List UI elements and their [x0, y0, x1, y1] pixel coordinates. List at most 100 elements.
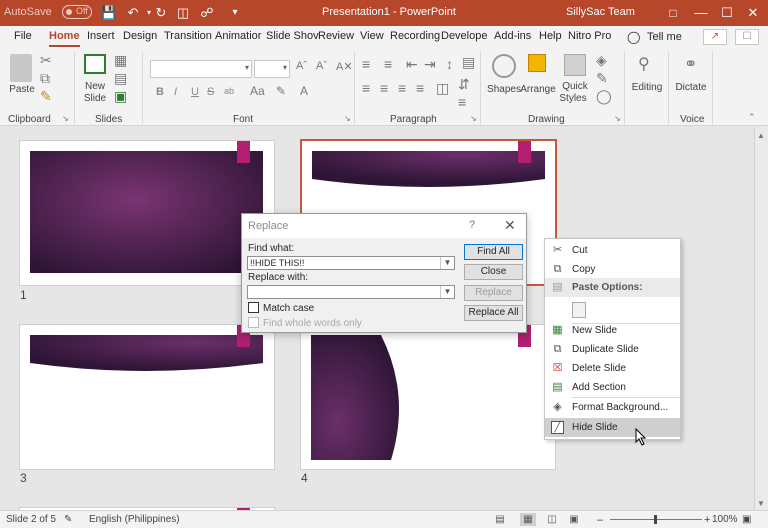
- quick-styles-label[interactable]: Quick: [560, 81, 590, 92]
- cut-icon[interactable]: ✂: [40, 52, 52, 69]
- tab-slide-show[interactable]: Slide Shov: [266, 30, 319, 42]
- search-icon[interactable]: ⚲: [638, 54, 650, 74]
- spellcheck-icon[interactable]: ✎: [64, 514, 72, 525]
- columns-icon[interactable]: ◫: [436, 80, 449, 97]
- tab-help[interactable]: Help: [539, 30, 562, 42]
- dictate-button[interactable]: Dictate: [672, 82, 710, 93]
- shape-outline-icon[interactable]: ✎: [596, 70, 608, 87]
- arrange-icon[interactable]: [528, 54, 546, 72]
- quick-styles-icon[interactable]: [564, 54, 586, 76]
- drawing-launcher-icon[interactable]: ↘: [614, 114, 621, 123]
- whole-words-label[interactable]: Find whole words only: [263, 318, 362, 329]
- collapse-ribbon-icon[interactable]: ⌃: [748, 112, 756, 123]
- autosave-toggle[interactable]: Off: [62, 5, 92, 19]
- scroll-down-icon[interactable]: ▼: [757, 499, 765, 508]
- shape-effects-icon[interactable]: ◯: [596, 88, 612, 105]
- tab-recording[interactable]: Recording: [390, 30, 440, 42]
- match-case-label[interactable]: Match case: [263, 303, 314, 314]
- menu-item-cut[interactable]: ✂ Cut: [545, 241, 680, 260]
- new-slide-button[interactable]: Slide: [78, 93, 112, 104]
- close-icon[interactable]: ✕: [504, 217, 516, 234]
- font-size-combo[interactable]: ▾: [254, 60, 290, 78]
- shrink-font-icon[interactable]: Aˇ: [316, 60, 327, 72]
- smartart-icon[interactable]: ▤: [462, 54, 475, 71]
- numbering-icon[interactable]: ≡: [384, 56, 392, 72]
- tab-view[interactable]: View: [360, 30, 384, 42]
- align-center-icon[interactable]: ≡: [380, 80, 388, 96]
- replace-with-input[interactable]: ▼: [247, 285, 455, 299]
- justify-icon[interactable]: ≡: [416, 80, 424, 96]
- whole-words-checkbox[interactable]: [248, 317, 259, 328]
- reading-view-icon[interactable]: ◫: [544, 513, 560, 526]
- line-spacing-icon[interactable]: ↕: [446, 56, 453, 72]
- save-icon[interactable]: 💾: [100, 4, 118, 22]
- clipboard-launcher-icon[interactable]: ↘: [62, 114, 69, 123]
- format-painter-icon[interactable]: ✎: [40, 88, 52, 105]
- find-what-input[interactable]: !!HIDE THIS!! ▼: [247, 256, 455, 270]
- close-button[interactable]: Close: [464, 264, 523, 280]
- slide-thumbnail-3[interactable]: [19, 324, 275, 470]
- arrange-button[interactable]: Arrange: [518, 84, 558, 95]
- menu-item-duplicate-slide[interactable]: ⧉ Duplicate Slide: [545, 340, 680, 359]
- scroll-up-icon[interactable]: ▲: [757, 131, 765, 140]
- grow-font-icon[interactable]: Aˆ: [296, 60, 307, 72]
- comments-icon[interactable]: ☐: [735, 29, 759, 45]
- tab-add-ins[interactable]: Add-ins: [494, 30, 531, 42]
- highlight-icon[interactable]: ✎: [276, 84, 286, 98]
- tell-me-search[interactable]: Tell me: [647, 31, 682, 43]
- tab-animations[interactable]: Animatior: [215, 30, 261, 42]
- chevron-down-icon[interactable]: ▼: [440, 257, 454, 269]
- bullets-icon[interactable]: ≡: [362, 56, 370, 72]
- replace-all-button[interactable]: Replace All: [464, 305, 523, 321]
- menu-item-copy[interactable]: ⧉ Copy: [545, 260, 680, 279]
- fit-to-window-icon[interactable]: ▣: [742, 514, 751, 525]
- language-indicator[interactable]: English (Philippines): [89, 514, 180, 525]
- slide-sorter-view-icon[interactable]: ▦: [520, 513, 536, 526]
- match-case-checkbox[interactable]: [248, 302, 259, 313]
- menu-item-add-section[interactable]: ▤ Add Section: [545, 378, 680, 397]
- tab-home[interactable]: Home: [49, 30, 80, 47]
- shape-fill-icon[interactable]: ◈: [596, 52, 607, 69]
- decrease-indent-icon[interactable]: ⇤: [406, 56, 418, 73]
- normal-view-icon[interactable]: ▤: [492, 513, 508, 526]
- tab-file[interactable]: File: [14, 30, 32, 42]
- layout-icon[interactable]: ▦: [114, 52, 127, 69]
- font-launcher-icon[interactable]: ↘: [344, 114, 351, 123]
- menu-item-delete-slide[interactable]: ☒ Delete Slide: [545, 359, 680, 378]
- ribbon-display-icon[interactable]: □: [658, 0, 688, 26]
- microphone-icon[interactable]: ⚭: [684, 54, 697, 74]
- align-text-icon[interactable]: ≡: [458, 94, 466, 110]
- replace-button[interactable]: Replace: [464, 285, 523, 301]
- help-button[interactable]: ?: [469, 219, 475, 231]
- slide-thumbnail-4[interactable]: [300, 324, 556, 470]
- quick-styles-button[interactable]: Styles: [556, 93, 590, 104]
- new-slide-icon[interactable]: [84, 54, 106, 74]
- redo-icon[interactable]: ↻: [152, 4, 170, 22]
- slideshow-view-icon[interactable]: ▣: [566, 513, 582, 526]
- reset-icon[interactable]: ▤: [114, 70, 127, 87]
- character-spacing-button[interactable]: ab: [224, 86, 234, 96]
- chevron-down-icon[interactable]: ▼: [440, 286, 454, 298]
- shapes-button[interactable]: Shapes: [486, 84, 522, 95]
- zoom-out-icon[interactable]: –: [597, 514, 603, 526]
- tab-transitions[interactable]: Transition: [164, 30, 212, 42]
- zoom-level[interactable]: 100%: [712, 514, 738, 525]
- strikethrough-button[interactable]: S: [207, 86, 214, 98]
- menu-item-format-background[interactable]: ◈ Format Background...: [545, 398, 680, 417]
- close-icon[interactable]: ✕: [738, 0, 768, 26]
- zoom-in-icon[interactable]: +: [704, 514, 710, 526]
- slide-thumbnail-1[interactable]: [19, 140, 275, 286]
- vertical-scrollbar[interactable]: ▲ ▼: [754, 127, 768, 510]
- zoom-slider-thumb[interactable]: [654, 515, 657, 524]
- find-all-button[interactable]: Find All: [464, 244, 523, 260]
- bold-button[interactable]: B: [156, 86, 164, 98]
- font-color-icon[interactable]: A: [300, 84, 308, 98]
- menu-item-new-slide[interactable]: ▦ New Slide: [545, 321, 680, 340]
- paste-icon[interactable]: [10, 54, 32, 82]
- menu-item-hide-slide[interactable]: ╱ Hide Slide: [545, 418, 680, 437]
- dialog-header[interactable]: Replace ? ✕: [242, 214, 526, 238]
- underline-button[interactable]: U: [191, 86, 199, 98]
- increase-indent-icon[interactable]: ⇥: [424, 56, 436, 73]
- italic-button[interactable]: I: [174, 86, 177, 98]
- tab-nitro-pro[interactable]: Nitro Pro: [568, 30, 611, 42]
